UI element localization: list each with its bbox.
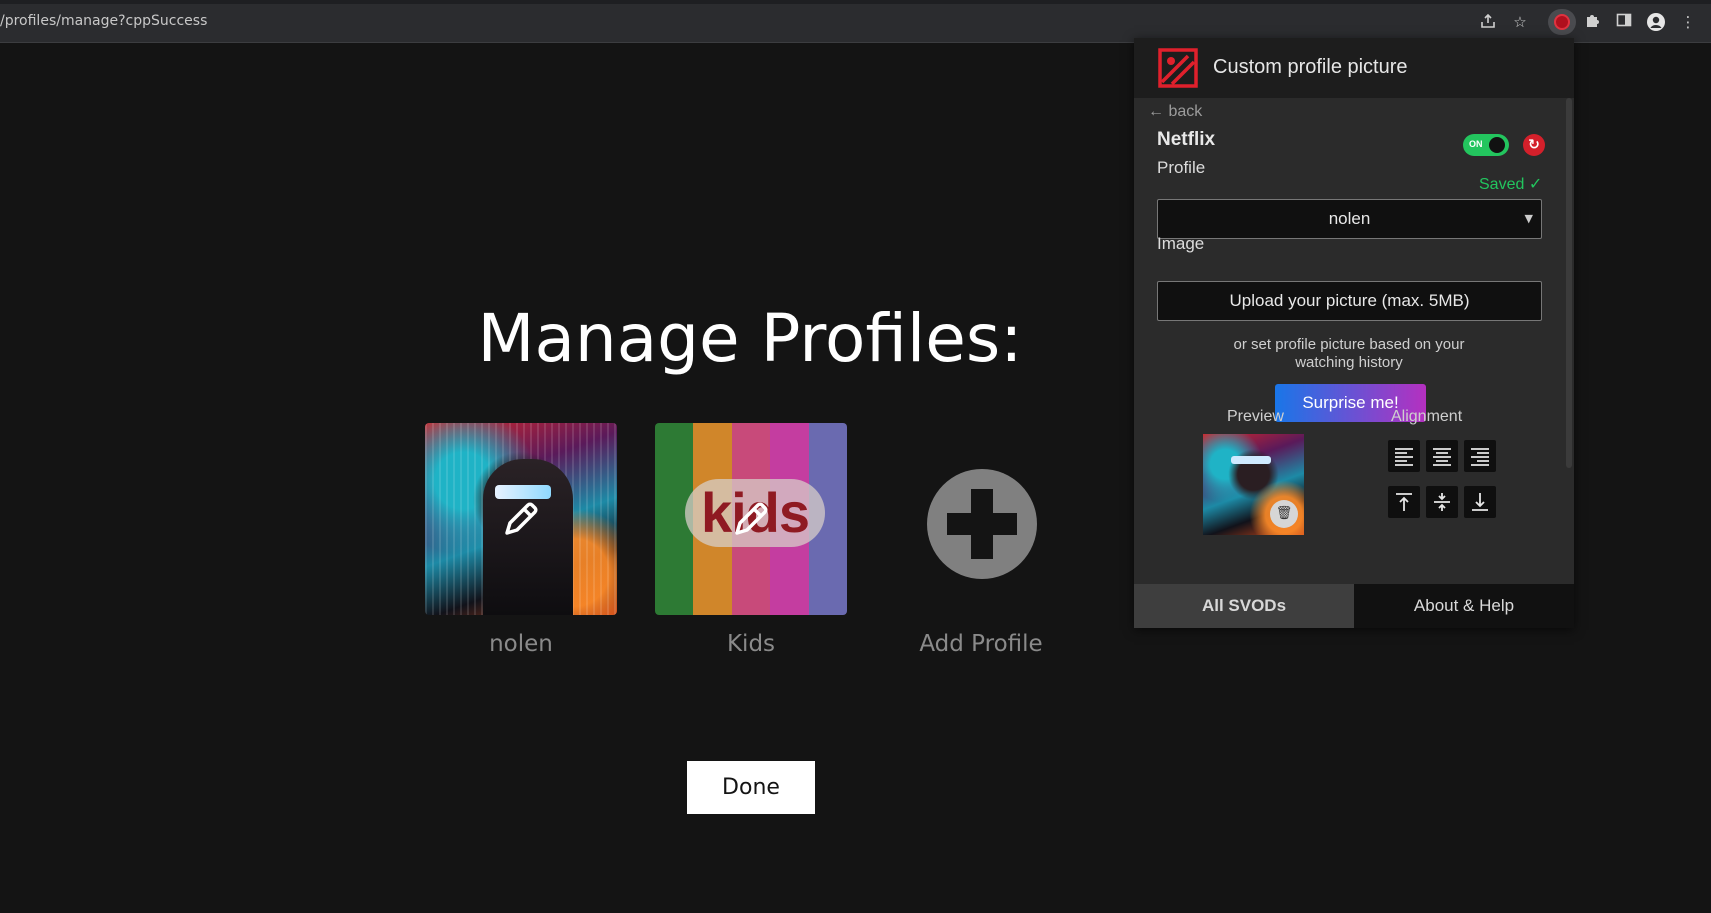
add-profile-card[interactable]: Add Profile <box>885 423 1077 657</box>
image-field-label: Image <box>1157 234 1205 253</box>
preview-image: 🗑 <box>1203 434 1304 535</box>
side-panel-icon[interactable] <box>1614 12 1634 32</box>
align-top-icon <box>1396 493 1412 511</box>
share-icon[interactable] <box>1478 12 1498 32</box>
align-middle-button[interactable] <box>1426 486 1458 518</box>
align-left-icon <box>1395 448 1413 466</box>
toggle-state-label: ON <box>1469 139 1483 149</box>
or-text-line1: or set profile picture based on your <box>1233 336 1465 353</box>
tab-about-help[interactable]: About & Help <box>1354 584 1574 628</box>
align-center-button[interactable] <box>1426 440 1458 472</box>
picture-logo-icon <box>1158 48 1198 88</box>
popup-scrollbar[interactable] <box>1566 98 1572 468</box>
align-top-button[interactable] <box>1388 486 1420 518</box>
preview-label: Preview <box>1227 408 1284 425</box>
done-button[interactable]: Done <box>687 761 815 814</box>
align-middle-icon <box>1434 493 1450 511</box>
profile-select[interactable]: nolen ▼ <box>1157 199 1542 239</box>
reset-refresh-icon[interactable]: ↻ <box>1523 134 1545 156</box>
extensions-puzzle-icon[interactable] <box>1582 12 1602 32</box>
pencil-edit-icon[interactable] <box>497 495 545 543</box>
chevron-down-icon: ▼ <box>1524 212 1533 225</box>
service-name: Netflix <box>1157 129 1216 150</box>
profile-avatar-nolen[interactable] <box>425 423 617 615</box>
align-right-icon <box>1471 448 1489 466</box>
align-right-button[interactable] <box>1464 440 1496 472</box>
tab-strip <box>0 0 1711 4</box>
browser-toolbar: /profiles/manage?cppSuccess ☆ ⋮ <box>0 0 1711 43</box>
add-profile-tile[interactable] <box>885 423 1077 615</box>
or-text-line2: watching history <box>1295 354 1403 371</box>
saved-status: Saved ✓ <box>1479 176 1543 193</box>
or-set-text: or set profile picture based on your wat… <box>1209 336 1489 372</box>
browser-menu-icon[interactable]: ⋮ <box>1678 12 1698 32</box>
popup-tab-bar: All SVODs About & Help <box>1134 584 1574 628</box>
address-bar-url[interactable]: /profiles/manage?cppSuccess <box>0 13 207 29</box>
alignment-label: Alignment <box>1391 408 1463 425</box>
tab-all-svods[interactable]: All SVODs <box>1134 584 1354 628</box>
align-center-icon <box>1433 448 1451 466</box>
profile-field-label: Profile <box>1157 158 1206 177</box>
profile-card-nolen[interactable]: nolen <box>425 423 617 657</box>
profile-avatar-kids[interactable]: kids <box>655 423 847 615</box>
account-avatar-icon[interactable] <box>1646 12 1666 32</box>
back-link[interactable]: ← back <box>1148 103 1202 121</box>
profile-card-kids[interactable]: kids Kids <box>655 423 847 657</box>
service-enabled-toggle[interactable]: ON <box>1463 134 1509 156</box>
bookmark-star-icon[interactable]: ☆ <box>1510 12 1530 32</box>
trash-icon[interactable]: 🗑 <box>1270 500 1298 528</box>
upload-picture-button[interactable]: Upload your picture (max. 5MB) <box>1157 281 1542 321</box>
align-left-button[interactable] <box>1388 440 1420 472</box>
plus-circle-icon[interactable] <box>927 469 1037 579</box>
popup-title: Custom profile picture <box>1213 56 1408 78</box>
align-bottom-icon <box>1472 493 1488 511</box>
extension-custom-profile-picture-icon[interactable] <box>1548 9 1576 35</box>
profile-select-value: nolen <box>1328 209 1371 228</box>
extension-popup: Custom profile picture ← back Netflix ON… <box>1134 38 1574 628</box>
add-profile-label: Add Profile <box>919 631 1043 657</box>
popup-header: Custom profile picture <box>1134 38 1574 98</box>
align-bottom-button[interactable] <box>1464 486 1496 518</box>
screen: /profiles/manage?cppSuccess ☆ ⋮ Manage P… <box>0 0 1711 913</box>
pencil-edit-icon[interactable] <box>727 495 775 543</box>
